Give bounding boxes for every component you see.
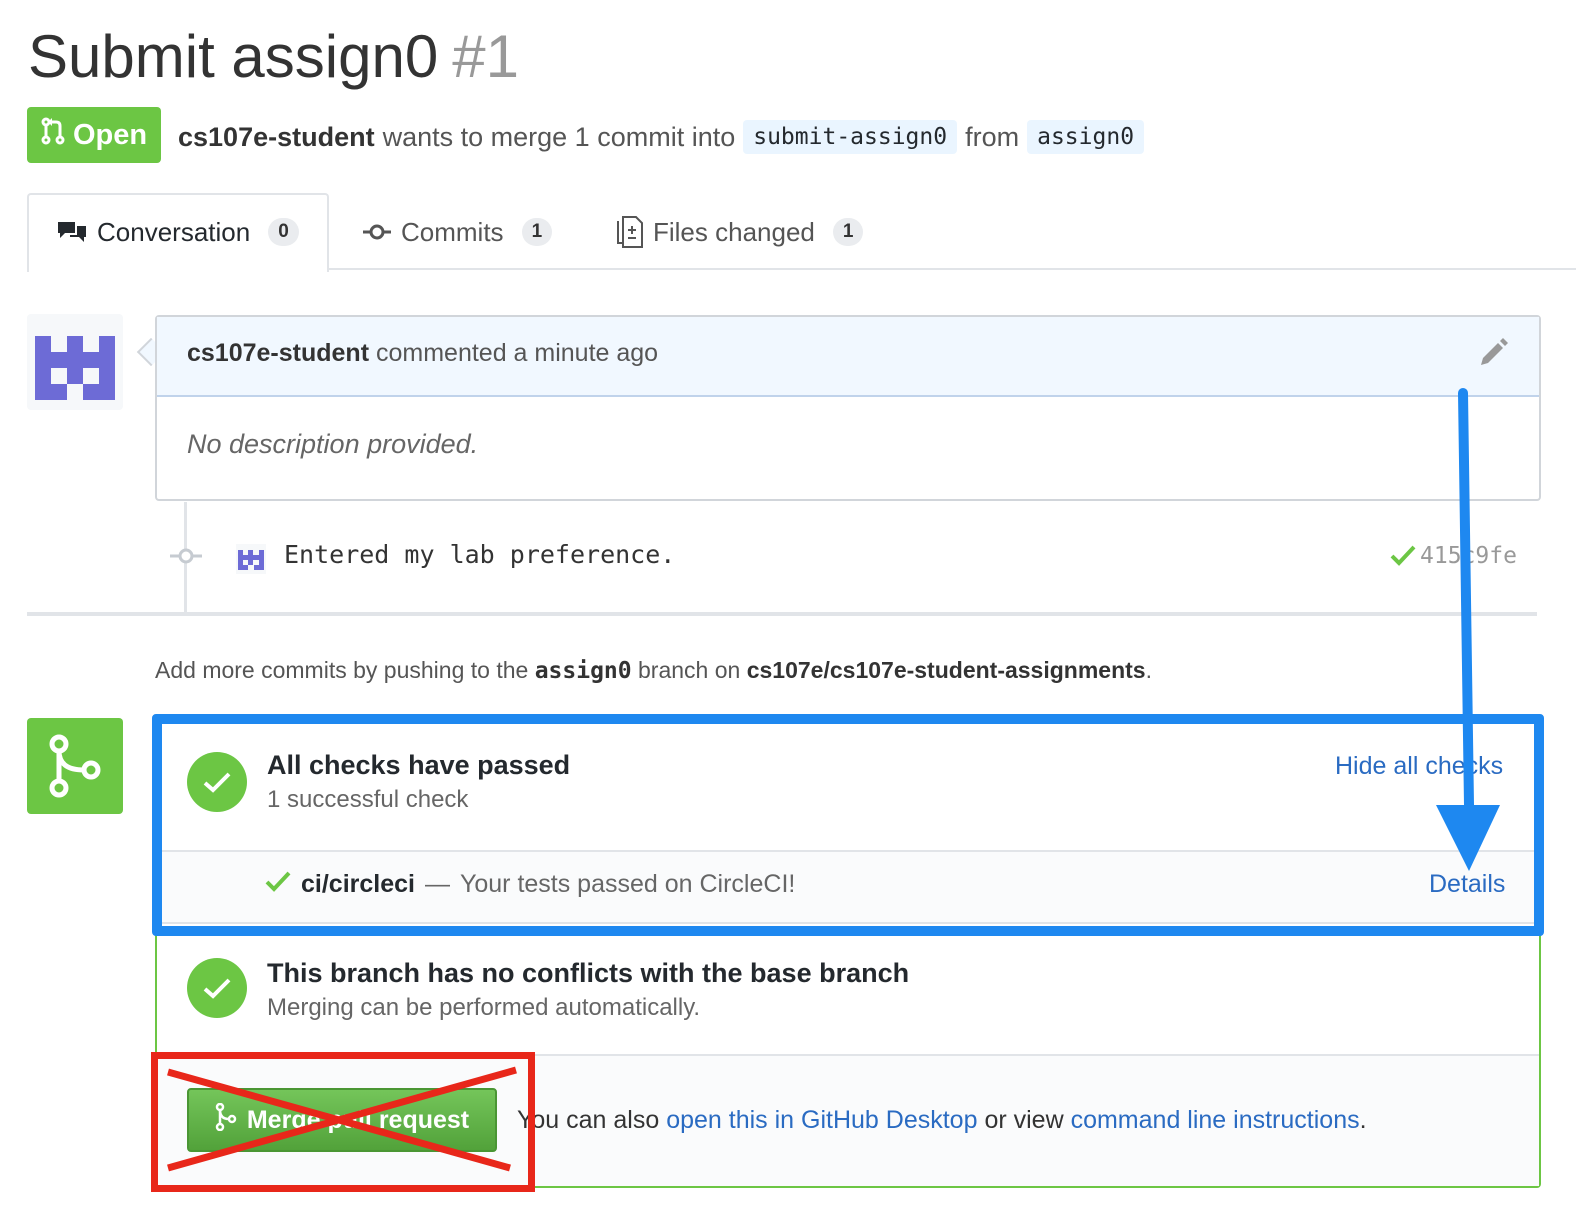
pull-request-icon (41, 117, 65, 153)
identicon-image (35, 336, 115, 400)
merge-alternatives: You can also open this in GitHub Desktop… (517, 1106, 1367, 1135)
comment-author[interactable]: cs107e-student (187, 339, 369, 367)
push-note: Add more commits by pushing to the assig… (155, 657, 1152, 684)
command-line-instructions-link[interactable]: command line instructions (1071, 1106, 1360, 1134)
merge-alt-prefix: You can also (517, 1106, 660, 1134)
pr-title: Submit assign0 #1 (28, 22, 519, 92)
conflict-subtitle: Merging can be performed automatically. (267, 994, 701, 1021)
tab-conversation[interactable]: Conversation 0 (57, 212, 299, 252)
commit-message[interactable]: Entered my lab preference. (284, 540, 675, 569)
pr-meta: cs107e-student wants to merge 1 commit i… (178, 116, 1152, 158)
commit-author-avatar[interactable] (236, 544, 266, 579)
tab-commits-count: 1 (521, 218, 553, 246)
annotation-highlight-box (152, 714, 1544, 936)
tab-commits-label: Commits (401, 216, 504, 247)
pr-state-badge: Open (27, 107, 161, 163)
pr-number: #1 (452, 23, 519, 90)
tab-files-count: 1 (832, 218, 864, 246)
tab-conversation-count: 0 (268, 218, 299, 246)
open-in-desktop-link[interactable]: open this in GitHub Desktop (666, 1106, 977, 1134)
head-branch[interactable]: assign0 (1027, 120, 1145, 154)
tab-files-label: Files changed (653, 216, 815, 247)
push-note-middle: branch on (638, 657, 741, 683)
pencil-icon[interactable] (1477, 337, 1509, 374)
push-note-branch: assign0 (534, 658, 632, 684)
push-note-repo: cs107e/cs107e-student-assignments (746, 657, 1146, 683)
tab-commits[interactable]: Commits 1 (363, 212, 553, 252)
pr-author[interactable]: cs107e-student (178, 122, 375, 153)
check-icon (1390, 544, 1416, 571)
from-text: from (965, 121, 1020, 152)
tab-conversation-label: Conversation (97, 216, 251, 247)
git-commit-icon (363, 222, 391, 242)
tab-files-changed[interactable]: Files changed 1 (617, 212, 864, 252)
annotation-arrow (1436, 388, 1500, 871)
annotation-cross-mark (167, 1066, 517, 1172)
timeline-divider (27, 612, 1537, 616)
conflict-status-icon (187, 958, 247, 1018)
avatar[interactable] (27, 314, 123, 410)
file-diff-icon (617, 216, 643, 248)
base-branch[interactable]: submit-assign0 (743, 120, 958, 154)
merge-alt-suffix: . (1359, 1106, 1367, 1134)
push-note-prefix: Add more commits by pushing to the (155, 657, 529, 683)
comment-discussion-icon (57, 219, 87, 245)
pr-title-text: Submit assign0 (28, 23, 439, 90)
git-commit-icon (170, 546, 202, 571)
comment-action: commented a minute ago (375, 339, 659, 367)
git-merge-icon (27, 718, 123, 814)
comment-byline: cs107e-student commented a minute ago (187, 339, 658, 368)
pr-state-label: Open (72, 118, 148, 151)
conflict-title: This branch has no conflicts with the ba… (267, 958, 910, 988)
merge-alt-middle: or view (984, 1106, 1064, 1134)
conflict-status: This branch has no conflicts with the ba… (157, 924, 1539, 1056)
push-note-suffix: . (1145, 657, 1152, 683)
pr-merge-text: wants to merge 1 commit into (382, 121, 736, 152)
pr-description-comment: cs107e-student commented a minute ago No… (155, 315, 1541, 501)
comment-body: No description provided. (187, 429, 479, 459)
